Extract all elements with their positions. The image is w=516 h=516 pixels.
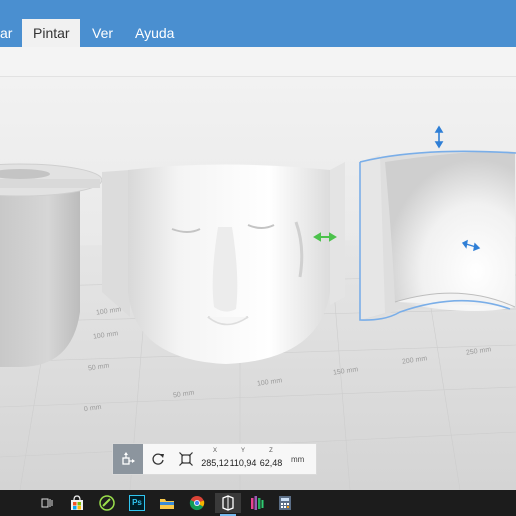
green-app-button[interactable]: [97, 493, 117, 513]
scale-vertical-handle-icon: [434, 125, 444, 149]
menu-item-partial[interactable]: ar: [0, 19, 23, 47]
menu-item-ver[interactable]: Ver: [81, 19, 124, 47]
task-view-button[interactable]: [37, 493, 57, 513]
photoshop-icon: Ps: [129, 495, 145, 511]
store-icon: [71, 495, 83, 510]
scene-canvas[interactable]: [0, 77, 516, 490]
rotate-icon: [152, 453, 164, 465]
media-app-button[interactable]: [247, 493, 267, 513]
menu-bar: ar Pintar Ver Ayuda: [0, 0, 516, 47]
menu-item-ayuda[interactable]: Ayuda: [124, 19, 185, 47]
scale-tool-button[interactable]: [171, 444, 201, 474]
move-tool-icon: [122, 452, 135, 465]
selected-bowl-object: [359, 150, 516, 321]
z-value[interactable]: 62,48: [254, 456, 288, 470]
file-explorer-button[interactable]: [157, 493, 177, 513]
menu-item-pintar[interactable]: Pintar: [22, 19, 80, 47]
store-button[interactable]: [67, 493, 87, 513]
z-label: Z: [269, 448, 273, 454]
photoshop-button[interactable]: Ps: [127, 493, 147, 513]
ribbon-panel: [0, 47, 516, 77]
3d-viewport[interactable]: 100 mm 100 mm 50 mm 0 mm 50 mm 100 mm 15…: [0, 77, 516, 490]
3d-builder-button[interactable]: [215, 493, 241, 516]
z-coordinate[interactable]: Z 62,48: [254, 446, 288, 470]
task-view-icon: [41, 498, 53, 508]
chrome-icon: [189, 496, 205, 511]
calculator-icon: [279, 496, 291, 510]
app-green-icon: [99, 495, 115, 511]
transform-toolbar: X 285,12 Y 110,94 Z 62,48 mm: [112, 443, 317, 475]
chrome-button[interactable]: [187, 493, 207, 513]
file-explorer-icon: [160, 499, 174, 509]
move-tool-button[interactable]: [113, 444, 143, 474]
rotate-tool-button[interactable]: [143, 444, 173, 474]
app-window: ar Pintar Ver Ayuda 100 mm 100 mm 50 mm …: [0, 0, 516, 516]
media-app-icon: [251, 496, 264, 510]
calculator-button[interactable]: [275, 493, 295, 513]
3d-builder-icon: [222, 495, 234, 511]
taskbar: Ps: [0, 490, 516, 516]
scale-icon: [179, 452, 193, 466]
unit-label: mm: [291, 455, 305, 464]
